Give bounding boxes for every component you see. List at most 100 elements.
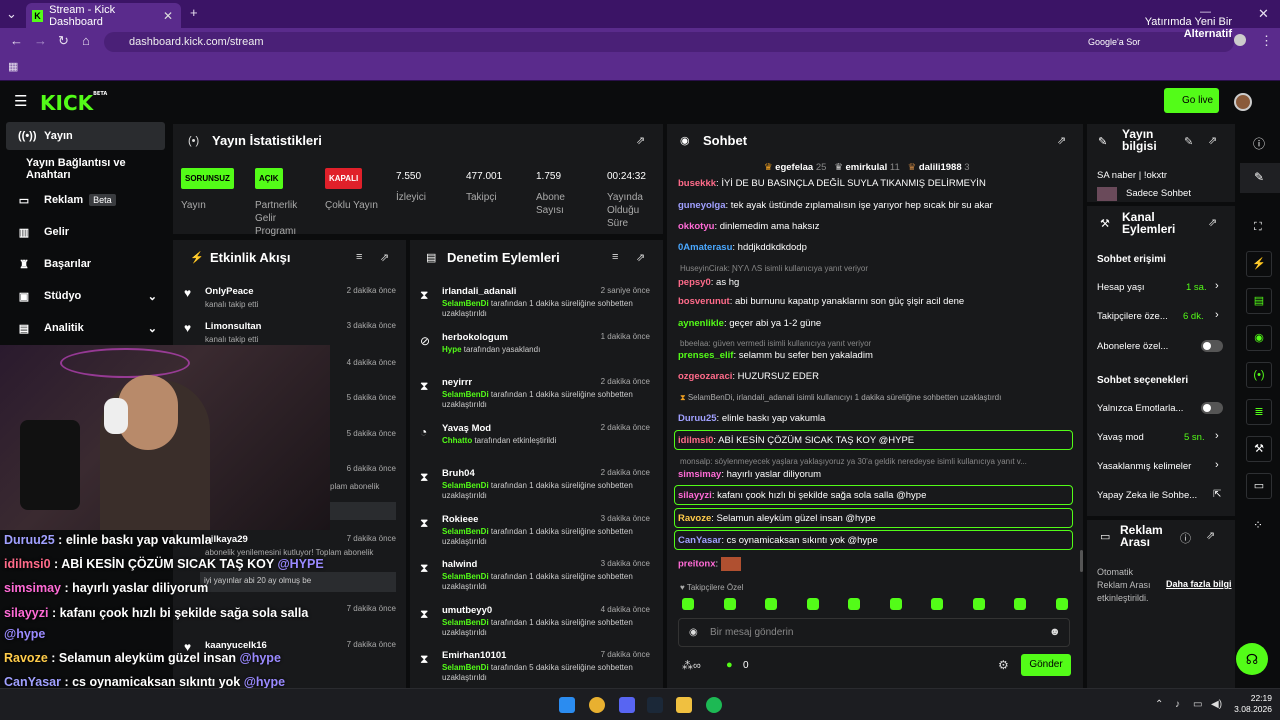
back-icon[interactable]: ← — [10, 33, 23, 48]
volume-icon[interactable]: ◀) — [1211, 699, 1222, 710]
stack-rail-button[interactable]: ≣ — [1246, 399, 1272, 425]
ai-chat-row[interactable]: Yapay Zeka ile Sohbe... — [1097, 490, 1225, 501]
popout-icon[interactable]: ⇗ — [636, 134, 645, 147]
folder-icon[interactable] — [676, 697, 692, 713]
slow-mode-row[interactable]: Yavaş mod — [1097, 432, 1225, 443]
emote-icon[interactable] — [723, 598, 736, 610]
forward-icon[interactable]: → — [34, 33, 47, 48]
emote-icon[interactable] — [806, 598, 819, 610]
close-window-icon[interactable]: ✕ — [1258, 6, 1269, 22]
emote-icon[interactable] — [1055, 598, 1068, 610]
popout-icon[interactable]: ⇗ — [1208, 216, 1217, 229]
chat-username[interactable]: CanYasar — [678, 535, 721, 546]
spotify-icon[interactable] — [706, 697, 722, 713]
fullscreen-icon[interactable]: ⛶ — [1254, 221, 1262, 234]
emote-icon[interactable] — [1014, 598, 1026, 610]
chat-username[interactable]: simsimay — [678, 469, 721, 480]
sidebar-item-analitik[interactable]: ▤ Analitik ⌄ — [6, 314, 165, 342]
chat-input[interactable]: ◉ Bir mesaj gönderin ☻ — [678, 618, 1070, 647]
tab-menu-icon[interactable]: ⌄ — [6, 6, 17, 22]
chat-message[interactable]: aynenlikle: geçer abi ya 1-2 güne — [678, 318, 1073, 329]
popout-icon[interactable]: ⇗ — [636, 251, 645, 264]
profile-avatar[interactable] — [1234, 34, 1246, 46]
chat-username[interactable]: guneyolga — [678, 200, 726, 211]
support-headset-button[interactable]: ☊ — [1236, 643, 1268, 675]
chat-message[interactable]: prenses_elif: selamm bu sefer ben yakala… — [678, 350, 1073, 361]
sidebar-item-studyo[interactable]: ▣ Stüdyo ⌄ — [6, 282, 165, 310]
community-icon[interactable]: ⁂∞ — [682, 659, 701, 672]
discord-icon[interactable] — [619, 697, 635, 713]
emote-only-toggle[interactable] — [1201, 402, 1223, 414]
chat-username[interactable]: aynenlikle — [678, 318, 724, 329]
google-ask-button[interactable]: Google'a Sor — [1088, 37, 1140, 47]
send-button[interactable]: Gönder — [1021, 654, 1071, 676]
document-rail-button[interactable]: ▤ — [1246, 288, 1272, 314]
popout-icon[interactable]: ⇗ — [1057, 134, 1066, 147]
edit-icon[interactable]: ✎ — [1184, 135, 1193, 148]
emote-icon[interactable] — [972, 598, 985, 610]
home-icon[interactable]: ⌂ — [82, 33, 90, 48]
popout-icon[interactable]: ⇗ — [1206, 529, 1215, 542]
sidebar-item-reklam[interactable]: ▭ Reklam Beta — [6, 186, 165, 214]
browser-tab[interactable]: K Stream - Kick Dashboard ✕ — [26, 3, 181, 28]
bolt-rail-button[interactable]: ⚡ — [1246, 251, 1272, 277]
new-tab-icon[interactable]: + — [190, 5, 198, 20]
network-icon[interactable]: ▭ — [1193, 699, 1202, 710]
chat-username[interactable]: 0Amaterasu — [678, 242, 732, 253]
filter-icon[interactable]: ≡ — [612, 251, 618, 263]
chat-message[interactable]: ozgeozaraci: HUZURSUZ EDER — [678, 371, 1073, 382]
chat-username[interactable]: pepsy0 — [678, 277, 711, 288]
chat-message[interactable]: Ravoze: Selamun aleyküm güzel insan @hyp… — [678, 513, 1073, 524]
apps-grid-icon[interactable]: ▦ — [8, 60, 18, 73]
chat-message[interactable]: preitonx: — [678, 557, 1073, 571]
browser-menu-icon[interactable]: ⋮ — [1260, 33, 1273, 49]
chat-message[interactable]: 0Amaterasu: hddjkddkdkdodp — [678, 242, 1073, 253]
info-icon[interactable]: ⓘ — [1180, 530, 1191, 546]
emote-icon[interactable] — [889, 598, 902, 610]
filter-icon[interactable]: ≡ — [356, 251, 362, 263]
chat-scrollbar[interactable] — [1080, 550, 1083, 572]
subscribers-only-toggle[interactable] — [1201, 340, 1223, 352]
sidebar-item-stream-key[interactable]: Yayın Bağlantısı ve Anahtarı — [6, 155, 165, 183]
chat-message[interactable]: busekkk: İYİ DE BU BASINÇLA DEĞİL SUYLA … — [678, 178, 1073, 189]
go-live-button[interactable]: Go live — [1164, 88, 1219, 113]
clock[interactable]: 22:19 3.08.2026 — [1232, 693, 1272, 715]
banned-words-row[interactable]: Yasaklanmış kelimeler — [1097, 461, 1225, 472]
window-rail-button[interactable]: ▭ — [1246, 473, 1272, 499]
chat-username[interactable]: preitonx — [678, 559, 715, 570]
chat-rail-button[interactable]: ◉ — [1246, 325, 1272, 351]
chat-username[interactable]: busekkk — [678, 178, 716, 189]
emote-icon[interactable] — [765, 598, 777, 610]
chat-message[interactable]: CanYasar: cs oynamicaksan sıkıntı yok @h… — [678, 535, 1073, 546]
steam-icon[interactable] — [647, 697, 663, 713]
hamburger-menu-icon[interactable]: ☰ — [14, 92, 27, 110]
reload-icon[interactable]: ↻ — [58, 33, 69, 49]
chat-message[interactable]: guneyolga: tek ayak üstünde zıplamalısın… — [678, 200, 1073, 211]
chat-message[interactable]: pepsy0: as hg — [678, 277, 1073, 288]
apps-icon[interactable]: ⁘ — [1253, 518, 1263, 532]
chat-message[interactable]: idilmsi0: ABİ KESİN ÇÖZÜM SICAK TAŞ KOY … — [678, 435, 1073, 446]
chat-username[interactable]: idilmsi0 — [678, 435, 713, 446]
sidebar-item-basarilar[interactable]: ♜ Başarılar — [6, 250, 165, 278]
chat-username[interactable]: okkotyu — [678, 221, 714, 232]
popout-icon[interactable]: ⇗ — [380, 251, 389, 264]
url-field[interactable]: dashboard.kick.com/stream — [104, 32, 1234, 52]
chat-username[interactable]: Duruu25 — [678, 413, 717, 424]
edit-pencil-icon[interactable]: ✎ — [1254, 170, 1264, 184]
chat-username[interactable]: silayyzi — [678, 490, 712, 501]
settings-gear-icon[interactable]: ⚙ — [998, 658, 1009, 672]
sidebar-item-gelir[interactable]: ▥ Gelir — [6, 218, 165, 246]
emoji-icon[interactable]: ☻ — [1049, 626, 1061, 638]
chat-username[interactable]: bosverunut — [678, 296, 730, 307]
kick-logo[interactable]: KICKBETA — [40, 91, 107, 115]
close-tab-icon[interactable]: ✕ — [163, 9, 173, 23]
chat-message[interactable]: silayyzi: kafanı çook hızlı bi şekilde s… — [678, 490, 1073, 501]
broadcast-rail-button[interactable]: (•) — [1246, 362, 1272, 388]
followers-only-row[interactable]: Takipçilere öze... — [1097, 311, 1225, 322]
chrome-icon[interactable] — [589, 697, 605, 713]
chat-message[interactable]: bosverunut: abi burnunu kapatıp yanaklar… — [678, 296, 1073, 307]
emote-icon[interactable] — [682, 598, 694, 610]
sidebar-item-yayin[interactable]: ((•)) Yayın — [6, 122, 165, 150]
tray-expand-icon[interactable]: ⌃ — [1155, 699, 1163, 710]
chat-message[interactable]: simsimay: hayırlı yaslar diliyorum — [678, 469, 1073, 480]
